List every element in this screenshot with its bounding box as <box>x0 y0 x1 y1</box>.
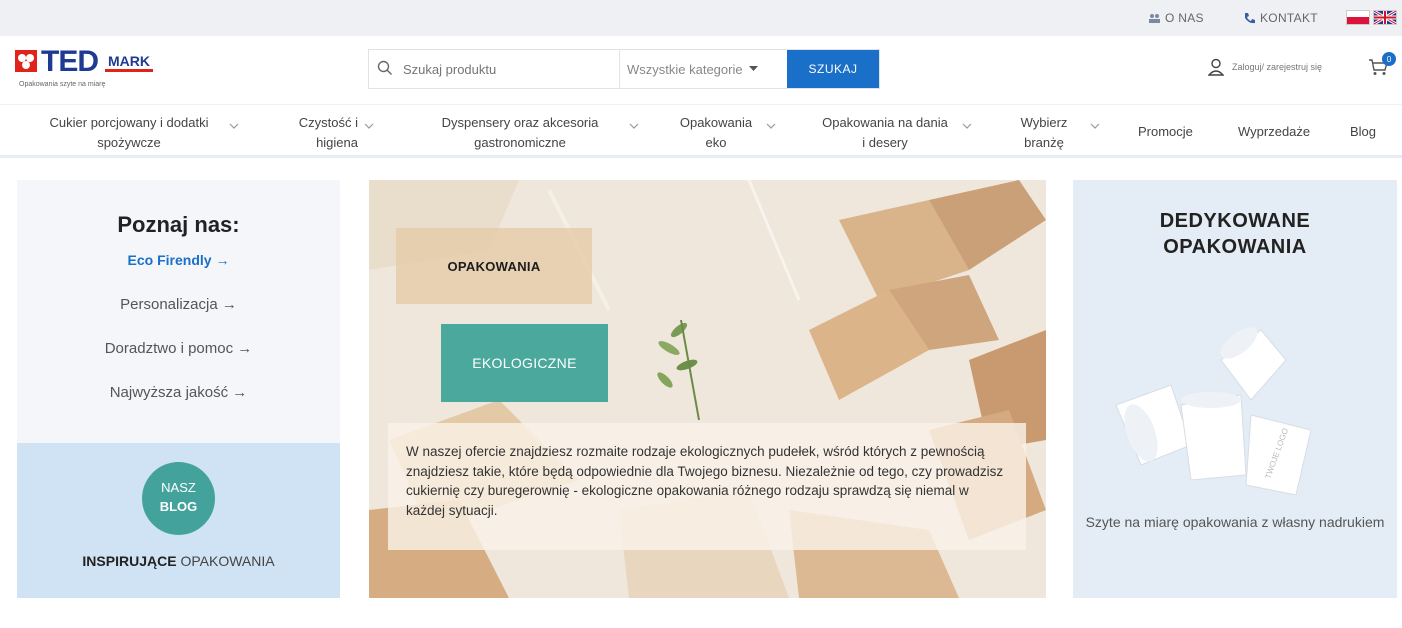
custom-packaging-caption: Szyte na miarę opakowania z własny nadru… <box>1085 514 1385 530</box>
account-label: Zaloguj/ zarejestruj się <box>1232 62 1323 72</box>
page-bottom <box>0 598 1402 628</box>
paper-cups-image: TWOJE LOGO <box>1115 327 1311 495</box>
cart-count-badge: 0 <box>1382 52 1396 66</box>
nav-item-cukier[interactable]: Cukier porcjowany i dodatki spożywcze <box>33 113 225 153</box>
chevron-down-icon[interactable] <box>229 123 239 129</box>
hero-description: W naszej ofercie znajdziesz rozmaite rod… <box>388 423 1026 550</box>
about-us-panel: Poznaj nas: Eco Firendly → Personalizacj… <box>17 180 340 443</box>
link-jakosc[interactable]: Najwyższa jakość → <box>17 384 340 401</box>
nav-item-label: Wybierz <box>1020 115 1068 130</box>
nav-item-label: Cukier porcjowany i dodatki <box>49 115 209 130</box>
eco-packaging-banner[interactable]: OPAKOWANIA EKOLOGICZNE W naszej ofercie … <box>369 180 1046 598</box>
top-bar: O NAS KONTAKT <box>0 0 1402 36</box>
caret-down-icon <box>748 66 758 71</box>
account-link[interactable]: Zaloguj/ zarejestruj się <box>1208 58 1322 76</box>
link-personalizacja[interactable]: Personalizacja → <box>17 296 340 313</box>
about-link-label: O NAS <box>1165 11 1204 25</box>
people-icon <box>1149 13 1160 23</box>
phone-icon <box>1245 12 1255 23</box>
nav-item-label: branżę <box>1024 135 1064 150</box>
blog-title-rest: OPAKOWANIA <box>176 553 275 569</box>
contact-link-label: KONTAKT <box>1260 11 1318 25</box>
about-us-title: Poznaj nas: <box>117 212 240 237</box>
nav-item-label: Opakowania <box>679 115 753 130</box>
logo-text-mark: MARK <box>105 53 153 72</box>
main-nav: Cukier porcjowany i dodatki spożywcze Cz… <box>0 104 1402 158</box>
polish-flag-icon[interactable] <box>1346 10 1370 25</box>
logo-mark-icon <box>15 50 37 72</box>
search-button[interactable]: SZUKAJ <box>787 50 879 88</box>
nav-item-dyspensery[interactable]: Dyspensery oraz akcesoria gastronomiczne <box>420 113 620 153</box>
blog-badge-line1: NASZ <box>161 480 196 495</box>
link-doradztwo[interactable]: Doradztwo i pomoc → <box>17 340 340 357</box>
nav-item-opakowania-eko[interactable]: Opakowania eko <box>668 113 764 153</box>
nav-item-opakowania-dania[interactable]: Opakowania na dania i desery <box>808 113 962 153</box>
cart-button[interactable]: 0 <box>1368 52 1396 81</box>
chevron-down-icon[interactable] <box>766 123 776 129</box>
custom-packaging-title-line2: OPAKOWANIA <box>1163 236 1307 258</box>
blog-title-bold: INSPIRUJĄCE <box>82 553 177 569</box>
nav-item-label: Dyspensery oraz akcesoria <box>441 115 599 130</box>
category-select[interactable]: Wszystkie kategorie <box>619 50 787 88</box>
nav-item-label: eko <box>705 135 727 150</box>
contact-link[interactable]: KONTAKT <box>1243 11 1318 25</box>
nav-item-label: higiena <box>316 135 358 150</box>
nav-item-label: gastronomiczne <box>474 135 566 150</box>
nav-item-label: Opakowania na dania <box>822 115 948 130</box>
about-link[interactable]: O NAS <box>1148 11 1204 25</box>
search-icon <box>377 60 392 75</box>
chevron-down-icon[interactable] <box>629 123 639 129</box>
blog-title: INSPIRUJĄCE OPAKOWANIA <box>17 553 340 569</box>
custom-packaging-title-line1: DEDYKOWANE <box>1159 210 1311 232</box>
chevron-down-icon[interactable] <box>962 123 972 129</box>
nav-item-label: Czystość i <box>298 115 358 130</box>
link-eco-friendly[interactable]: Eco Firendly → <box>17 252 340 268</box>
nav-item-label: i desery <box>862 135 908 150</box>
tedmark-logo[interactable]: TED MARK Opakowania szyte na miarę <box>15 45 180 93</box>
nav-item-branze[interactable]: Wybierz branżę <box>1013 113 1075 153</box>
hero-label-opakowania: OPAKOWANIA <box>396 228 592 304</box>
nav-item-blog[interactable]: Blog <box>1350 122 1376 142</box>
blog-badge[interactable]: NASZ BLOG <box>142 462 215 535</box>
nav-item-czystosc[interactable]: Czystość i higiena <box>276 113 358 153</box>
blog-panel[interactable]: NASZ BLOG INSPIRUJĄCE OPAKOWANIA <box>17 443 340 598</box>
chevron-down-icon[interactable] <box>1090 123 1100 129</box>
user-icon <box>1208 58 1224 76</box>
custom-packaging-title: DEDYKOWANE OPAKOWANIA <box>1073 208 1397 260</box>
blog-badge-line2: BLOG <box>159 499 198 514</box>
nav-item-promocje[interactable]: Promocje <box>1138 122 1193 142</box>
chevron-down-icon[interactable] <box>364 123 374 129</box>
nav-item-label: spożywcze <box>97 135 161 150</box>
search-input[interactable] <box>369 50 619 88</box>
nav-item-wyprzedaze[interactable]: Wyprzedaże <box>1238 122 1310 142</box>
search-bar: Wszystkie kategorie SZUKAJ <box>368 49 880 89</box>
logo-tagline: Opakowania szyte na miarę <box>19 81 106 88</box>
category-select-value: Wszystkie kategorie <box>627 61 743 77</box>
custom-packaging-panel[interactable]: DEDYKOWANE OPAKOWANIA TWOJE LOGO Szyte n… <box>1073 180 1397 598</box>
hero-label-ekologiczne: EKOLOGICZNE <box>441 324 608 402</box>
uk-flag-icon[interactable] <box>1373 10 1397 25</box>
logo-text-ted: TED <box>41 45 99 78</box>
